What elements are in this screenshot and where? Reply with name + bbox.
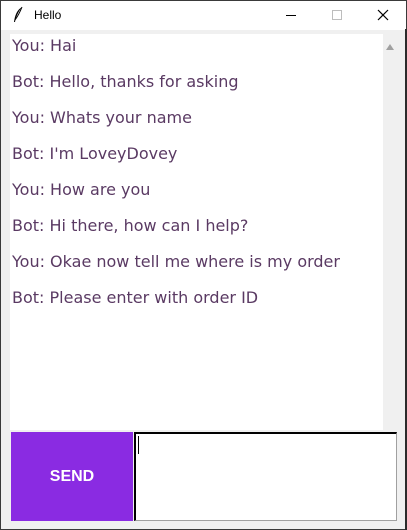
close-icon bbox=[377, 6, 389, 25]
chat-message: Bot: Hello, thanks for asking bbox=[12, 72, 239, 91]
text-caret bbox=[138, 436, 139, 454]
window-title: Hello bbox=[34, 8, 62, 22]
scroll-up-button[interactable] bbox=[383, 34, 397, 54]
minimize-button[interactable] bbox=[268, 1, 314, 30]
chat-message: You: Hai bbox=[12, 36, 77, 55]
chat-message: Bot: Hi there, how can I help? bbox=[12, 216, 249, 235]
title-bar[interactable]: Hello bbox=[1, 1, 406, 30]
chat-message: Bot: Please enter with order ID bbox=[12, 288, 259, 307]
close-button[interactable] bbox=[360, 1, 406, 30]
app-window: Hello You: Hai Bot: Hello, thanks for as… bbox=[0, 0, 407, 530]
maximize-icon bbox=[331, 6, 343, 25]
chat-message: You: Whats your name bbox=[12, 108, 192, 127]
chat-message: You: Okae now tell me where is my order bbox=[12, 252, 340, 271]
chat-scrollbar[interactable] bbox=[383, 34, 397, 430]
chat-log[interactable]: You: Hai Bot: Hello, thanks for asking Y… bbox=[10, 34, 383, 430]
chat-message: Bot: I'm LoveyDovey bbox=[12, 144, 178, 163]
chat-message: You: How are you bbox=[12, 180, 151, 199]
message-input[interactable] bbox=[134, 432, 397, 521]
minimize-icon bbox=[285, 6, 297, 25]
triangle-up-icon bbox=[386, 35, 394, 54]
feather-icon bbox=[11, 6, 25, 24]
maximize-button[interactable] bbox=[314, 1, 360, 30]
send-button[interactable]: SEND bbox=[11, 432, 133, 521]
